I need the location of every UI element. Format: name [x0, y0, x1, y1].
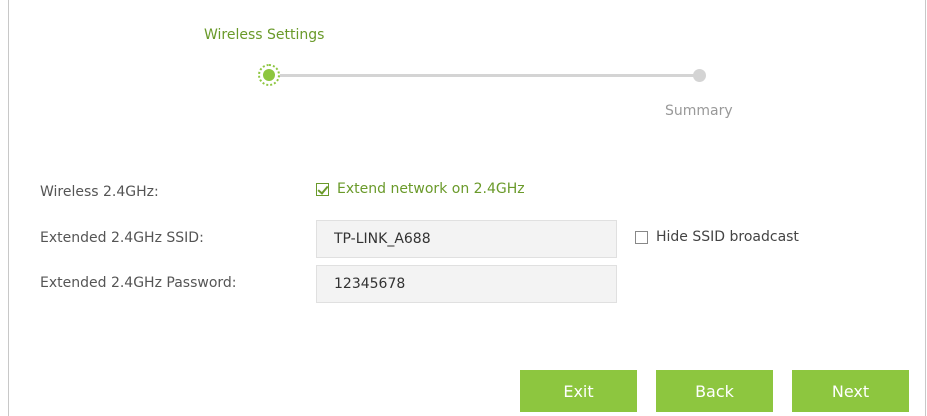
- extended-ssid-input[interactable]: [316, 220, 617, 258]
- hide-ssid-label: Hide SSID broadcast: [656, 229, 799, 245]
- checkbox-checked-icon[interactable]: [316, 182, 329, 196]
- inactive-step-dot-icon: [693, 69, 706, 82]
- exit-button[interactable]: Exit: [520, 370, 637, 412]
- checkbox-unchecked-icon[interactable]: [635, 230, 648, 244]
- hide-ssid-checkbox[interactable]: Hide SSID broadcast: [635, 229, 799, 245]
- extended-password-input[interactable]: [316, 265, 617, 303]
- step-label-summary: Summary: [665, 103, 733, 119]
- next-button[interactable]: Next: [792, 370, 909, 412]
- active-step-dot-icon: [258, 64, 280, 86]
- extended-ssid-label: Extended 2.4GHz SSID:: [40, 230, 204, 246]
- wizard-progress-line: [271, 74, 699, 77]
- extend-network-label: Extend network on 2.4GHz: [337, 181, 525, 197]
- back-button[interactable]: Back: [656, 370, 773, 412]
- step-label-wireless-settings: Wireless Settings: [204, 27, 325, 43]
- wizard-panel: Wireless Settings Summary Wireless 2.4GH…: [8, 0, 926, 416]
- extend-network-checkbox[interactable]: Extend network on 2.4GHz: [316, 181, 525, 197]
- extended-password-label: Extended 2.4GHz Password:: [40, 275, 237, 291]
- wireless-24ghz-label: Wireless 2.4GHz:: [40, 184, 159, 200]
